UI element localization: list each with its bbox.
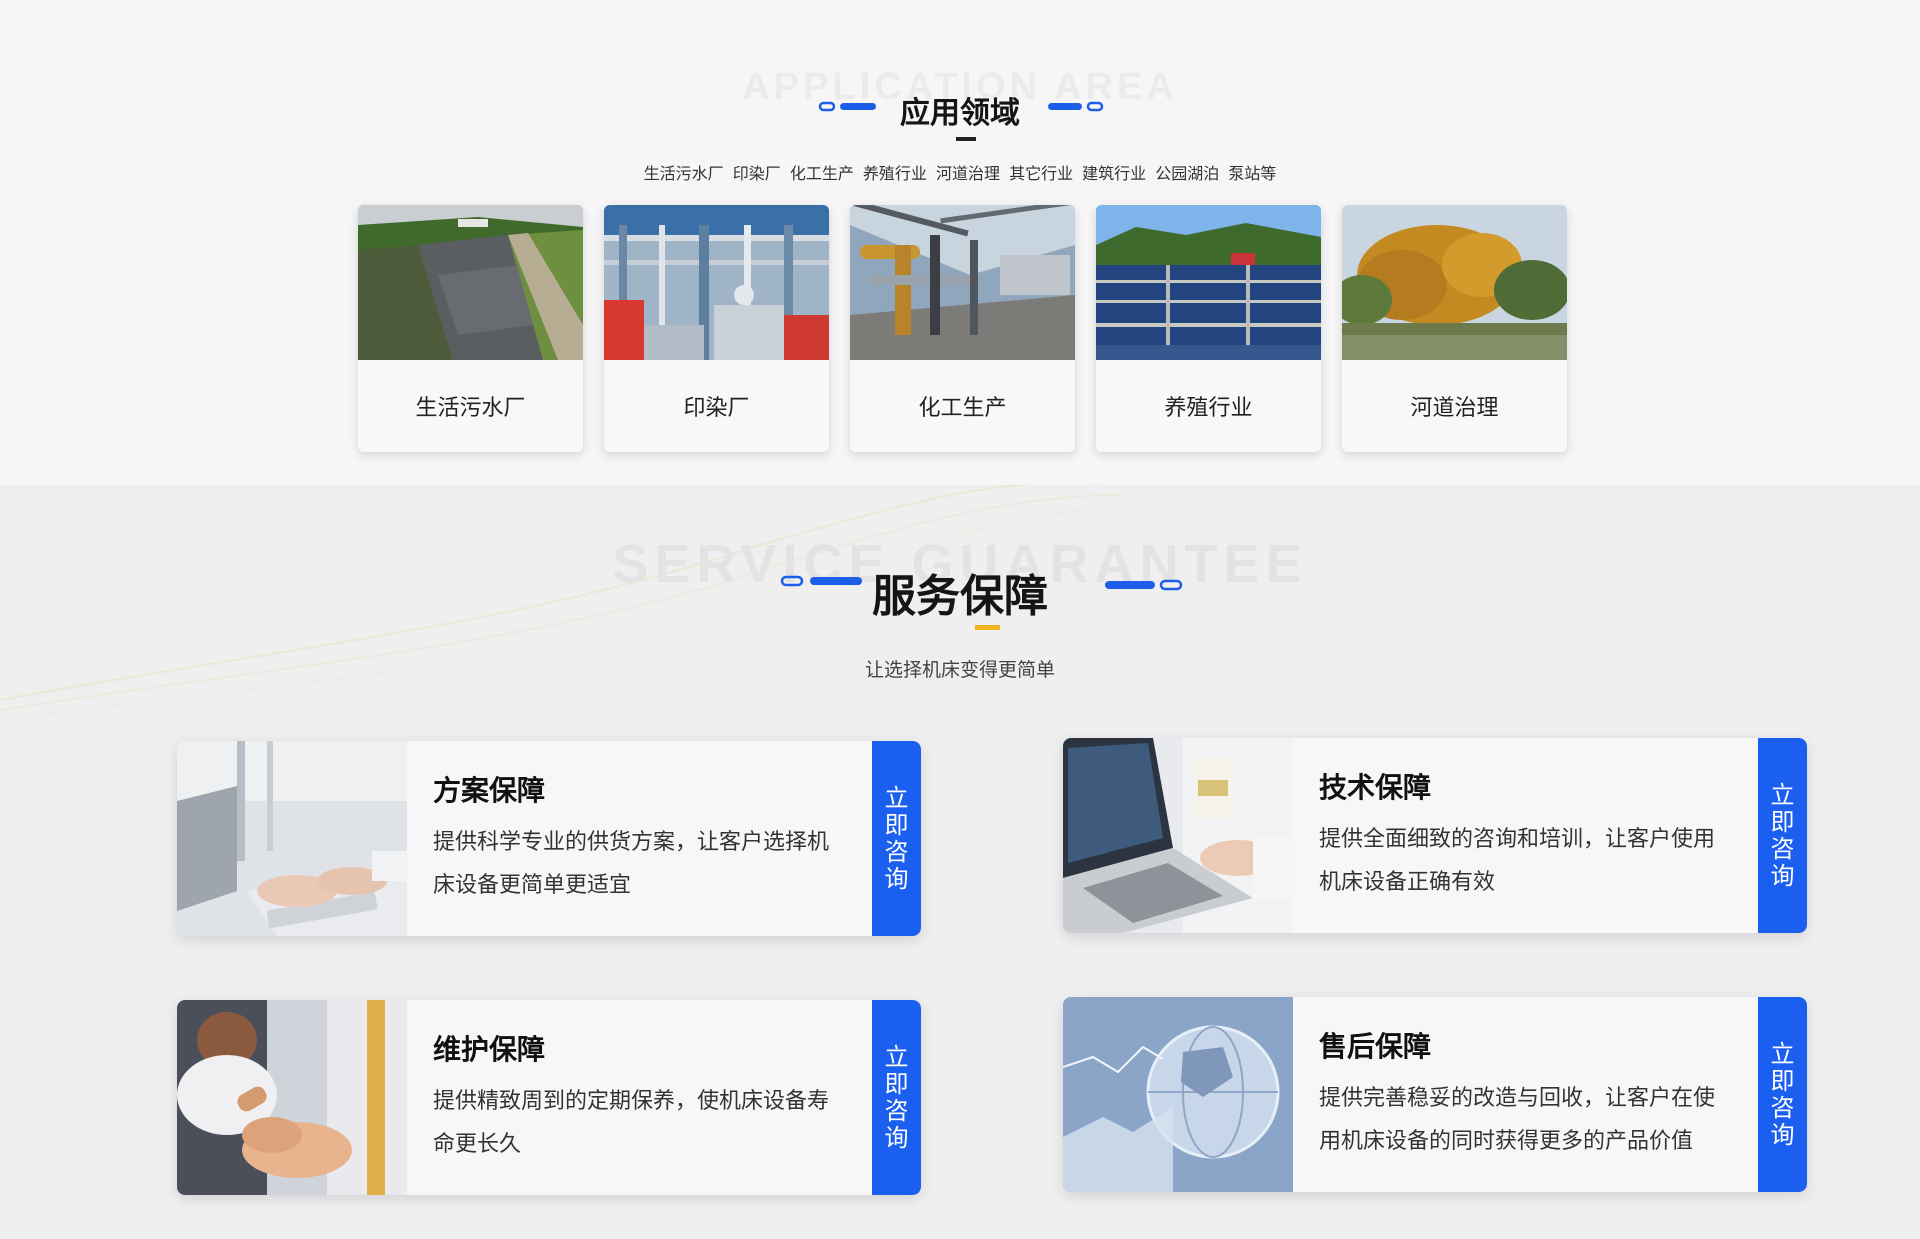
application-card-label: 印染厂: [683, 396, 750, 421]
service-card-title: 方案保障: [433, 774, 546, 807]
consult-now-button[interactable]: 立即咨询: [1758, 738, 1807, 933]
consult-now-label: 立即咨询: [884, 1042, 909, 1152]
application-card-dyeing[interactable]: 印染厂: [604, 205, 829, 452]
application-card-label: 化工生产: [918, 396, 1007, 421]
service-card-description: 提供全面细致的咨询和培训，让客户使用机床设备正确有效: [1319, 827, 1716, 895]
consult-now-label: 立即咨询: [884, 783, 909, 893]
application-title-underline: [956, 137, 976, 141]
service-card-title: 技术保障: [1319, 771, 1432, 804]
application-card-label: 河道治理: [1410, 396, 1499, 421]
consult-now-label: 立即咨询: [1770, 1039, 1795, 1149]
handshake-photo: [177, 1000, 407, 1195]
laptop-coffee-photo: [1063, 738, 1293, 933]
service-subtitle: 让选择机床变得更简单: [864, 659, 1055, 681]
application-card-aquaculture[interactable]: 养殖行业: [1096, 205, 1321, 452]
aquaculture-ponds-photo: [1096, 205, 1321, 360]
title-right-decoration: [1048, 101, 1104, 112]
autumn-trees-river-photo: [1342, 205, 1567, 360]
application-card-sewage[interactable]: 生活污水厂: [358, 205, 583, 452]
river-canal-photo: [358, 205, 583, 360]
application-card-list: 生活污水厂 印染厂 化工生产 养殖行业 河道治理: [358, 205, 1568, 453]
office-keyboard-photo: [177, 741, 407, 936]
service-card-maintenance: 维护保障 提供精致周到的定期保养，使机床设备寿命更长久 立即咨询: [177, 1000, 921, 1195]
application-card-river[interactable]: 河道治理: [1342, 205, 1567, 452]
service-card-title: 维护保障: [433, 1033, 546, 1066]
service-card-title: 售后保障: [1319, 1030, 1432, 1063]
consult-now-label: 立即咨询: [1770, 780, 1795, 890]
dyeing-factory-pipes-photo: [604, 205, 829, 360]
application-card-label: 生活污水厂: [415, 396, 526, 421]
application-card-chemical[interactable]: 化工生产: [850, 205, 1075, 452]
service-title: 服务保障: [872, 571, 1048, 622]
service-card-description: 提供精致周到的定期保养，使机床设备寿命更长久: [433, 1089, 830, 1157]
application-section: APPLICATION AREA 应用领域 生活污水厂 印染厂 化工生产 养殖行…: [0, 0, 1920, 485]
service-card-after-sales: 售后保障 提供完善稳妥的改造与回收，让客户在使用机床设备的同时获得更多的产品价值…: [1063, 997, 1807, 1192]
service-card-description: 提供科学专业的供货方案，让客户选择机床设备更简单更适宜: [433, 830, 830, 898]
application-title: 应用领域: [900, 96, 1020, 131]
chemical-plant-pipes-photo: [850, 205, 1075, 360]
consult-now-button[interactable]: 立即咨询: [872, 1000, 921, 1195]
consult-now-button[interactable]: 立即咨询: [1758, 997, 1807, 1192]
globe-data-photo: [1063, 997, 1293, 1192]
application-card-label: 养殖行业: [1164, 396, 1253, 421]
service-card-technical: 技术保障 提供全面细致的咨询和培训，让客户使用机床设备正确有效 立即咨询: [1063, 738, 1807, 933]
service-card-plan: 方案保障 提供科学专业的供货方案，让客户选择机床设备更简单更适宜 立即咨询: [177, 741, 921, 936]
service-title-underline: [975, 625, 1000, 630]
application-subtitle: 生活污水厂 印染厂 化工生产 养殖行业 河道治理 其它行业 建筑行业 公园湖泊 …: [643, 164, 1277, 183]
title-right-decoration: [1105, 579, 1183, 591]
service-section: SERVICE GUARANTEE 服务保障 让选择机床变得更简单 方案保障 提…: [0, 485, 1920, 1239]
service-card-description: 提供完善稳妥的改造与回收，让客户在使用机床设备的同时获得更多的产品价值: [1319, 1086, 1716, 1154]
consult-now-button[interactable]: 立即咨询: [872, 741, 921, 936]
